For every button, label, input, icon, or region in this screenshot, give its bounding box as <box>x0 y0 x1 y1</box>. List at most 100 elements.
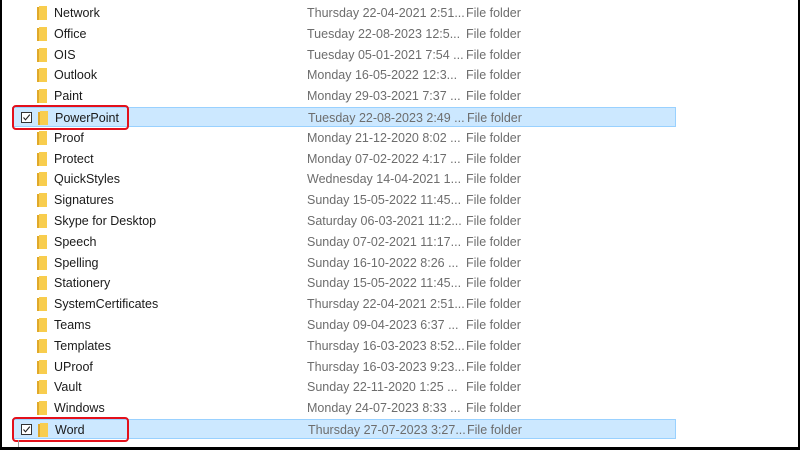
folder-icon <box>37 276 47 291</box>
date-modified: Monday 21-12-2020 8:02 ... <box>307 130 461 145</box>
list-item[interactable]: Stationery Sunday 15-05-2022 11:45... File… <box>12 273 676 293</box>
date-modified: Sunday 22-11-2020 1:25 ... <box>307 380 458 395</box>
file-type: File folder <box>466 130 521 145</box>
file-type: File folder <box>466 214 521 228</box>
file-type: File folder <box>466 193 521 208</box>
file-type: File folder <box>466 297 521 312</box>
file-type: File folder <box>466 318 521 332</box>
file-name: Skype for Desktop <box>54 214 157 228</box>
folder-icon <box>37 401 47 416</box>
list-item[interactable]: UProof Thursday 16-03-2023 9:23... File fo… <box>12 357 676 377</box>
list-item[interactable]: Vault Sunday 22-11-2020 1:25 ... File fold… <box>12 377 676 397</box>
list-item[interactable]: Skype for Desktop Saturday 06-03-2021 11:… <box>12 211 676 231</box>
folder-icon <box>37 338 47 353</box>
folder-icon <box>37 193 47 208</box>
date-modified: Tuesday 05-01-2021 7:54 ... <box>307 47 464 62</box>
file-type: File folder <box>466 47 521 62</box>
date-modified: Thursday 22-04-2021 2:51... <box>307 297 465 312</box>
date-modified: Thursday 16-03-2023 9:23... <box>307 359 465 374</box>
list-item[interactable]: Proof Monday 21-12-2020 8:02 ... File fold… <box>12 128 676 148</box>
file-name: Protect <box>54 151 94 166</box>
list-item[interactable]: Templates Thursday 16-03-2023 8:52... File… <box>12 336 676 356</box>
date-modified: Sunday 15-05-2022 11:45... <box>307 276 462 291</box>
file-type: File folder <box>466 68 521 83</box>
date-modified: Thursday 27-07-2023 3:27... <box>308 423 466 437</box>
folder-icon <box>37 297 47 312</box>
list-item[interactable]: Outlook Monday 16-05-2022 12:3... File fol… <box>12 65 676 85</box>
file-type: File folder <box>466 151 521 166</box>
file-name: Windows <box>54 401 105 416</box>
folder-icon <box>37 89 47 104</box>
list-item[interactable]: Office Tuesday 22-08-2023 12:5... File fol… <box>12 24 676 44</box>
file-list: Network Thursday 22-04-2021 2:51... File f… <box>2 0 798 447</box>
folder-icon <box>37 214 47 228</box>
file-type: File folder <box>466 338 521 353</box>
list-item[interactable]: SystemCertificates Thursday 22-04-2021 2:… <box>12 294 676 314</box>
date-modified: Tuesday 22-08-2023 12:5... <box>307 26 461 41</box>
list-item[interactable]: Teams Sunday 09-04-2023 6:37 ... File fold… <box>12 315 676 335</box>
file-name: Network <box>54 6 100 20</box>
folder-icon <box>37 255 47 270</box>
list-item[interactable]: Network Thursday 22-04-2021 2:51... File f… <box>12 3 676 23</box>
file-type: File folder <box>466 401 521 416</box>
date-modified: Monday 16-05-2022 12:3... <box>307 68 458 83</box>
file-name: Teams <box>54 318 91 332</box>
highlight-annotation <box>12 416 129 442</box>
file-type: File folder <box>467 423 522 437</box>
list-item[interactable]: Spelling Sunday 16-10-2022 8:26 ... File f… <box>12 253 676 273</box>
folder-icon <box>37 47 47 62</box>
date-modified: Thursday 16-03-2023 8:52... <box>307 338 465 353</box>
file-name: Paint <box>54 89 83 104</box>
date-modified: Monday 07-02-2022 4:17 ... <box>307 151 461 166</box>
file-type: File folder <box>466 26 521 41</box>
folder-icon <box>37 234 47 249</box>
date-modified: Sunday 09-04-2023 6:37 ... <box>307 318 459 332</box>
date-modified: Wednesday 14-04-2021 1... <box>307 172 462 187</box>
list-item[interactable]: Speech Sunday 07-02-2021 11:17... File fol… <box>12 232 676 252</box>
list-item[interactable]: Signatures Sunday 15-05-2022 11:45... File… <box>12 190 676 210</box>
file-name: OIS <box>54 47 76 62</box>
list-item[interactable]: OIS Tuesday 05-01-2021 7:54 ... File folde… <box>12 45 676 65</box>
folder-icon <box>37 172 47 187</box>
file-name: Proof <box>54 130 84 145</box>
folder-icon <box>37 68 47 83</box>
file-name: UProof <box>54 359 93 374</box>
file-type: File folder <box>466 380 521 395</box>
date-modified: Monday 29-03-2021 7:37 ... <box>307 89 461 104</box>
file-name: Spelling <box>54 255 99 270</box>
divider <box>18 440 19 447</box>
file-type: File folder <box>466 89 521 104</box>
date-modified: Tuesday 22-08-2023 2:49 ... <box>308 111 465 125</box>
list-item[interactable]: Paint Monday 29-03-2021 7:37 ... File fold… <box>12 86 676 106</box>
list-item[interactable]: Windows Monday 24-07-2023 8:33 ... File fo… <box>12 398 676 418</box>
file-type: File folder <box>466 276 521 291</box>
date-modified: Saturday 06-03-2021 11:2... <box>307 214 462 228</box>
file-type: File folder <box>466 255 521 270</box>
folder-icon <box>37 359 47 374</box>
file-name: Stationery <box>54 276 111 291</box>
file-type: File folder <box>466 359 521 374</box>
folder-icon <box>37 318 47 332</box>
list-item[interactable]: QuickStyles Wednesday 14-04-2021 1... File… <box>12 169 676 189</box>
file-type: File folder <box>466 172 521 187</box>
list-item[interactable]: Protect Monday 07-02-2022 4:17 ... File fo… <box>12 149 676 169</box>
file-type: File folder <box>466 234 521 249</box>
folder-icon <box>37 130 47 145</box>
date-modified: Sunday 15-05-2022 11:45... <box>307 193 462 208</box>
date-modified: Monday 24-07-2023 8:33 ... <box>307 401 461 416</box>
file-name: Templates <box>54 338 111 353</box>
folder-icon <box>37 26 47 41</box>
file-name: SystemCertificates <box>54 297 159 312</box>
date-modified: Sunday 16-10-2022 8:26 ... <box>307 255 459 270</box>
file-type: File folder <box>466 6 521 20</box>
file-type: File folder <box>467 111 522 125</box>
file-name: Vault <box>54 380 82 395</box>
highlight-annotation <box>12 104 129 130</box>
folder-icon <box>37 6 47 20</box>
file-name: Signatures <box>54 193 114 208</box>
folder-icon <box>37 151 47 166</box>
file-name: Speech <box>54 234 97 249</box>
date-modified: Sunday 07-02-2021 11:17... <box>307 234 462 249</box>
file-name: Outlook <box>54 68 98 83</box>
folder-icon <box>37 380 47 395</box>
